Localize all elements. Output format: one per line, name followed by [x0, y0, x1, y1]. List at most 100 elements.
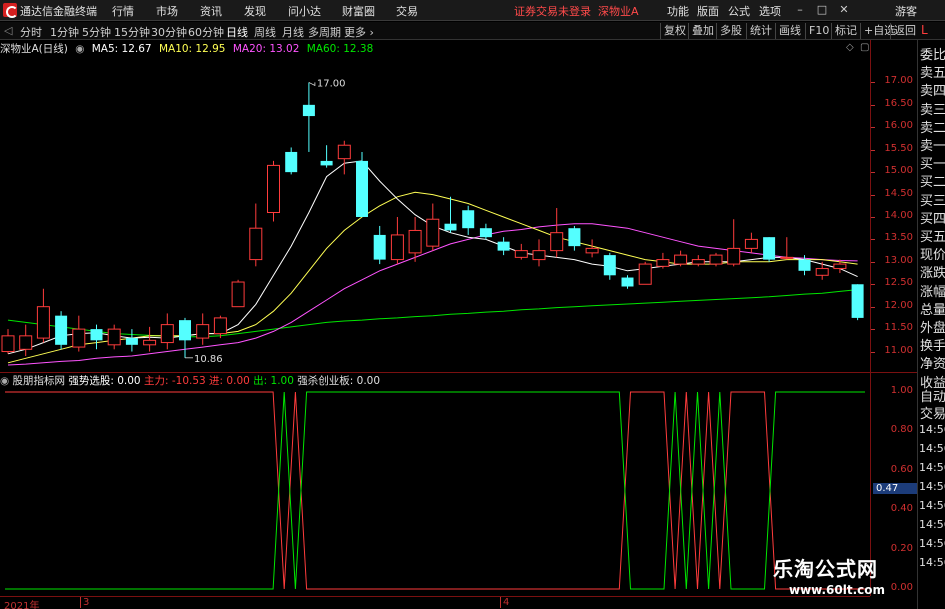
indicator-strong-pick: 强势选股: 0.00	[68, 375, 141, 387]
f10-button[interactable]: F10	[805, 23, 832, 39]
period-monthly[interactable]: 月线	[282, 24, 304, 40]
candle-body	[621, 277, 634, 287]
menu-options[interactable]: 选项	[759, 3, 781, 19]
overlay-button[interactable]: 叠加	[688, 23, 717, 39]
restore-icon[interactable]: □	[815, 3, 829, 17]
adjust-button[interactable]: 复权	[660, 23, 689, 39]
period-30min[interactable]: 30分钟	[151, 24, 187, 40]
kline-chart[interactable]: 17.00 10.86	[0, 40, 870, 372]
minimize-icon[interactable]: –	[793, 3, 807, 17]
menu-formula[interactable]: 公式	[728, 3, 750, 19]
price-tick-mark	[871, 82, 875, 84]
candle	[143, 326, 157, 352]
candle-body	[815, 268, 829, 276]
menu-ask[interactable]: 问小达	[288, 3, 321, 19]
date-march: 3	[80, 597, 89, 608]
candle	[1, 329, 15, 354]
candle	[373, 225, 386, 265]
period-60min[interactable]: 60分钟	[188, 24, 224, 40]
menu-guest[interactable]: 游客	[895, 3, 917, 19]
period-weekly[interactable]: 周线	[254, 24, 276, 40]
candle-body	[709, 254, 723, 265]
indicator-in: 进: 0.00	[209, 375, 250, 387]
menu-news[interactable]: 资讯	[200, 3, 222, 19]
quote-field-label: 卖二	[920, 120, 945, 136]
quote-panel: L 委比卖五卖四卖三卖二卖一买一买二买三买四买五现价涨跌涨幅总量外盘换手净资收益…	[917, 40, 945, 609]
quote-field-label: 现价	[920, 248, 945, 264]
candle-body	[550, 232, 564, 252]
menu-discover[interactable]: 发现	[244, 3, 266, 19]
multi-stock-button[interactable]: 多股	[716, 23, 745, 39]
trade-label[interactable]: 交易	[920, 403, 945, 422]
menu-trade[interactable]: 交易	[396, 3, 418, 19]
indicator-value-tag: 0.47	[873, 483, 917, 494]
period-more[interactable]: 更多 ›	[344, 24, 374, 40]
period-1min[interactable]: 1分钟	[50, 24, 79, 40]
period-tick[interactable]: 分时	[20, 24, 42, 40]
candle	[568, 225, 581, 251]
toolbar-left-icon[interactable]: ◁	[4, 24, 12, 37]
price-tick: 15.00	[884, 165, 913, 177]
candle	[213, 315, 227, 339]
candle-body	[390, 234, 404, 261]
candle	[691, 255, 705, 267]
candle	[196, 313, 210, 345]
menu-wealth[interactable]: 财富圈	[342, 3, 375, 19]
trade-status: 证券交易未登录 深物业A	[514, 5, 639, 18]
quote-field-label: 总量	[920, 302, 945, 318]
high-marker	[308, 82, 316, 87]
candle	[709, 252, 723, 267]
period-daily[interactable]: 日线	[226, 24, 248, 40]
price-tick: 15.50	[884, 142, 913, 154]
candle	[19, 324, 33, 357]
period-5min[interactable]: 5分钟	[82, 24, 111, 40]
back-button[interactable]: 返回	[890, 23, 919, 39]
indicator-chart[interactable]	[0, 388, 870, 596]
price-tick-mark	[871, 329, 875, 331]
menu-market-list[interactable]: 市场	[156, 3, 178, 19]
quote-field-label: 买三	[920, 193, 945, 209]
candle-body	[90, 329, 103, 341]
candle	[763, 237, 776, 262]
price-tick: 16.00	[884, 120, 913, 132]
price-tick-mark	[871, 351, 875, 353]
candle	[815, 261, 829, 280]
high-label: 17.00	[317, 78, 346, 89]
candle-body	[444, 223, 457, 231]
candle-body	[143, 339, 157, 346]
candle-body	[568, 228, 581, 247]
candle	[851, 284, 864, 321]
candle	[550, 208, 564, 258]
candle	[320, 145, 333, 168]
indicator-tick: 0.60	[890, 463, 913, 475]
tick-time: 14:56	[919, 518, 945, 531]
menu-function[interactable]: 功能	[667, 3, 689, 19]
quote-field-label: 买一	[920, 157, 945, 173]
indicator-tick: 0.80	[890, 424, 913, 436]
menu-market[interactable]: 行情	[112, 3, 134, 19]
stats-button[interactable]: 统计	[746, 23, 775, 39]
menu-layout[interactable]: 版面	[697, 3, 719, 19]
indicator-name: 股朋指标网	[12, 375, 66, 387]
indicator-main-force: 主力: -10.53	[143, 375, 206, 387]
candle	[532, 239, 546, 267]
close-icon[interactable]: ✕	[837, 3, 851, 17]
watermark-title: 乐淘公式网	[773, 557, 878, 581]
draw-line-button[interactable]: 画线	[775, 23, 804, 39]
mark-button[interactable]: 标记	[831, 23, 860, 39]
quote-field-label: 委比	[920, 48, 945, 63]
price-tick: 14.00	[884, 209, 913, 221]
period-15min[interactable]: 15分钟	[114, 24, 150, 40]
candle-body	[833, 263, 847, 270]
price-tick: 14.50	[884, 187, 913, 199]
candle	[656, 252, 670, 269]
candle	[302, 82, 315, 152]
indicator-green-line	[5, 391, 865, 590]
quote-field-label: 卖三	[920, 102, 945, 118]
candle-body	[691, 259, 705, 265]
date-year: 2021年	[4, 601, 40, 609]
period-multi[interactable]: 多周期	[308, 24, 341, 40]
candle-body	[585, 247, 599, 254]
indicator-settings-icon[interactable]: ◉	[0, 375, 9, 387]
candle-body	[19, 335, 33, 350]
